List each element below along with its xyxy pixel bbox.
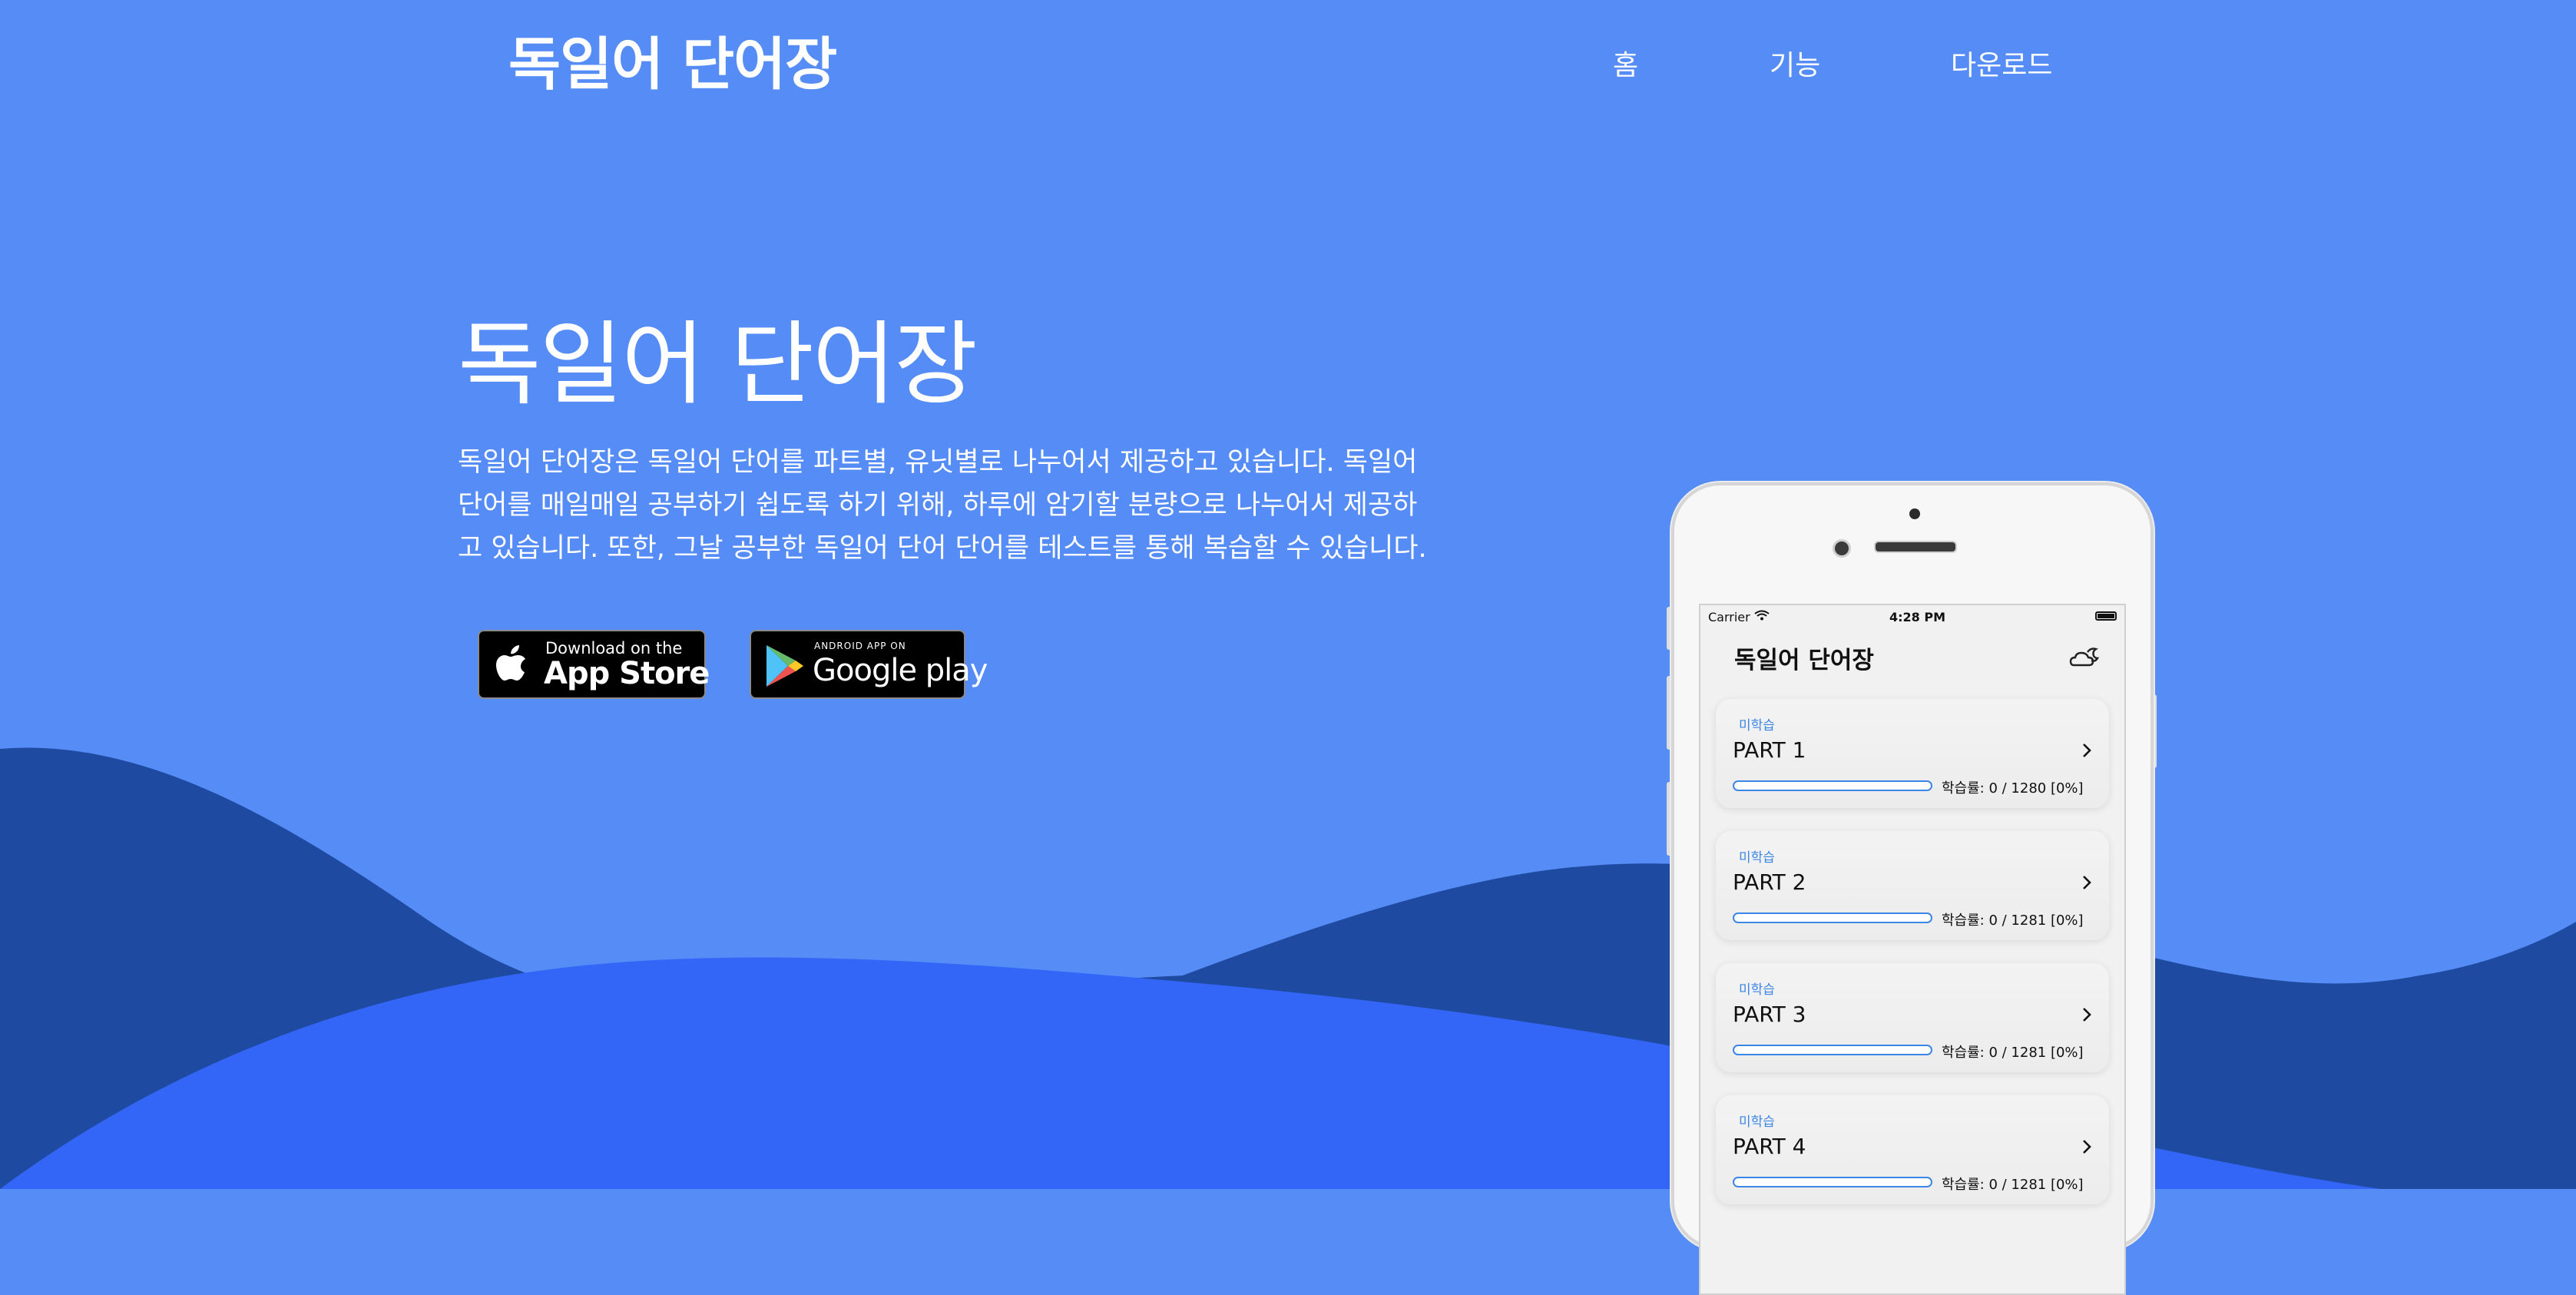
- nav-link-features[interactable]: 기능: [1770, 43, 1820, 83]
- app-title: 독일어 단어장: [1734, 647, 1874, 674]
- status-time: 4:28 PM: [1889, 610, 1946, 624]
- app-store-big-label: App Store: [544, 656, 710, 691]
- part-title: PART 2: [1733, 869, 1806, 895]
- google-play-big-label: Google play: [813, 653, 988, 688]
- battery-icon: [2095, 611, 2117, 621]
- chevron-right-icon: [2083, 876, 2091, 889]
- brand-logo[interactable]: 독일어 단어장: [508, 18, 837, 101]
- chevron-right-icon: [2083, 1008, 2091, 1022]
- progress-label: 학습률: 0 / 1280 [0%]: [1942, 780, 2084, 797]
- progress-label: 학습률: 0 / 1281 [0%]: [1942, 1045, 2084, 1061]
- chevron-right-icon: [2083, 744, 2091, 757]
- play-icon: [767, 645, 803, 687]
- carrier-label: Carrier: [1708, 610, 1750, 624]
- part-card[interactable]: 미학습 PART 4 학습률: 0 / 1281 [0%]: [1716, 1095, 2109, 1204]
- nav-link-home[interactable]: 홈: [1613, 43, 1638, 83]
- google-play-small-label: ANDROID APP ON: [814, 641, 906, 651]
- part-card[interactable]: 미학습 PART 2 학습률: 0 / 1281 [0%]: [1716, 831, 2109, 940]
- part-card[interactable]: 미학습 PART 3 학습률: 0 / 1281 [0%]: [1716, 963, 2109, 1072]
- app-store-small-label: Download on the: [545, 639, 683, 657]
- part-status-label: 미학습: [1739, 718, 1775, 734]
- wifi-icon: [1754, 610, 1770, 621]
- google-play-button[interactable]: ANDROID APP ON Google play: [750, 630, 988, 699]
- top-navigation: 독일어 단어장 홈 기능 다운로드: [0, 0, 2576, 123]
- part-card[interactable]: 미학습 PART 1 학습률: 0 / 1280 [0%]: [1716, 699, 2109, 808]
- phone-screen: Carrier 4:28 PM 독일어 단어장 미학습 PART 1 학습률: 0 …: [1699, 604, 2126, 1295]
- phone-sensor: [1833, 539, 1851, 558]
- part-status-label: 미학습: [1739, 982, 1775, 998]
- phone-speaker: [1874, 541, 1957, 553]
- background-waves: [0, 747, 2576, 1189]
- progress-bar: [1733, 1177, 1932, 1187]
- status-bar: Carrier 4:28 PM: [1700, 605, 2124, 627]
- progress-label: 학습률: 0 / 1281 [0%]: [1942, 912, 2084, 929]
- hero-description: 독일어 단어장은 독일어 단어를 파트별, 유닛별로 나누어서 제공하고 있습니…: [458, 447, 1427, 564]
- phone-camera: [1909, 508, 1920, 519]
- app-store-button[interactable]: Download on the App Store: [478, 630, 710, 699]
- progress-bar: [1733, 912, 1932, 923]
- cloud-moon-icon[interactable]: [2069, 645, 2100, 670]
- progress-label: 학습률: 0 / 1281 [0%]: [1942, 1177, 2084, 1193]
- part-status-label: 미학습: [1739, 850, 1775, 866]
- phone-mockup: Carrier 4:28 PM 독일어 단어장 미학습 PART 1 학습률: 0 …: [1671, 482, 2154, 1295]
- chevron-right-icon: [2083, 1140, 2091, 1154]
- part-title: PART 4: [1733, 1134, 1806, 1159]
- part-status-label: 미학습: [1739, 1114, 1775, 1130]
- nav-link-download[interactable]: 다운로드: [1951, 43, 2052, 83]
- progress-bar: [1733, 780, 1932, 791]
- part-title: PART 1: [1733, 737, 1806, 763]
- hero-title: 독일어 단어장: [458, 311, 978, 417]
- progress-bar: [1733, 1045, 1932, 1055]
- part-title: PART 3: [1733, 1002, 1806, 1027]
- apple-icon: [496, 645, 525, 681]
